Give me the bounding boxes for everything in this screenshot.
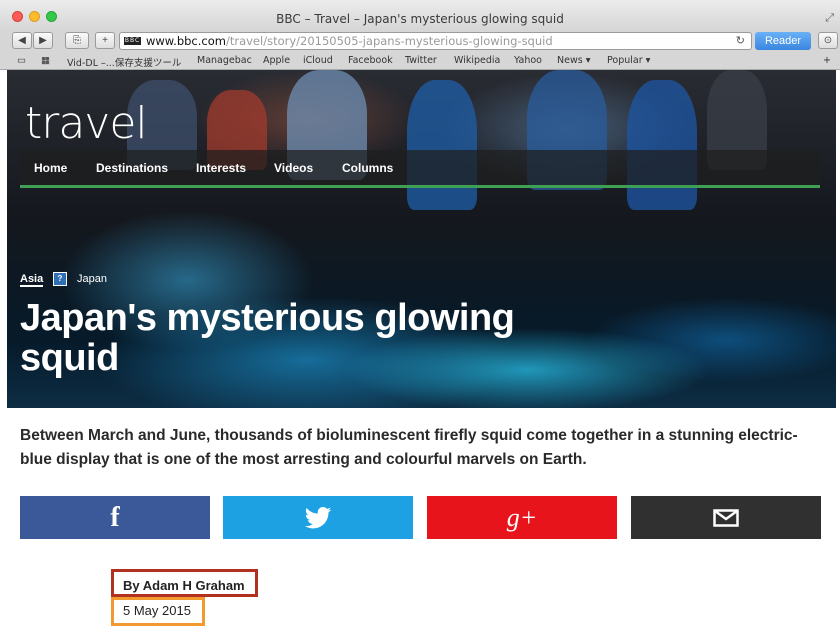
url-host: www.bbc.com bbox=[146, 34, 226, 48]
browser-toolbar: ◀ ▶ ⎘ + BBC www.bbc.com/travel/story/201… bbox=[0, 30, 840, 52]
bookmark-item[interactable]: Vid-DL –...保存支援ツール bbox=[67, 55, 181, 69]
bookmark-item[interactable]: Wikipedia bbox=[454, 55, 500, 66]
main-nav: Home Destinations Interests Videos Colum… bbox=[20, 150, 820, 188]
article-date: 5 May 2015 bbox=[111, 597, 205, 626]
add-bookmark-icon[interactable]: + bbox=[95, 32, 115, 49]
reading-list-icon[interactable]: ▭ bbox=[17, 55, 26, 66]
share-page-icon[interactable]: ⎘ bbox=[65, 32, 89, 49]
downloads-icon[interactable]: ⊙ bbox=[818, 32, 838, 49]
window-titlebar: BBC – Travel – Japan's mysterious glowin… bbox=[0, 0, 840, 30]
window-title: BBC – Travel – Japan's mysterious glowin… bbox=[276, 12, 564, 26]
nav-columns[interactable]: Columns bbox=[342, 161, 393, 175]
share-twitter-button[interactable] bbox=[223, 496, 413, 539]
location-pin-icon: ? bbox=[53, 272, 67, 286]
nav-destinations[interactable]: Destinations bbox=[96, 161, 168, 175]
share-facebook-button[interactable]: f bbox=[20, 496, 210, 539]
site-favicon-icon: BBC bbox=[124, 37, 141, 45]
reader-button[interactable]: Reader bbox=[755, 32, 811, 50]
article-byline[interactable]: By Adam H Graham bbox=[111, 569, 258, 597]
bookmark-item[interactable]: Apple bbox=[263, 55, 290, 66]
bookmark-item[interactable]: Twitter bbox=[405, 55, 437, 66]
nav-interests[interactable]: Interests bbox=[196, 161, 246, 175]
googleplus-icon: g+ bbox=[506, 503, 538, 532]
share-googleplus-button[interactable]: g+ bbox=[427, 496, 617, 539]
top-sites-icon[interactable]: ▦ bbox=[41, 55, 50, 66]
fullscreen-icon[interactable]: ⤢ bbox=[825, 12, 834, 25]
site-logo[interactable]: travel bbox=[25, 98, 148, 149]
email-icon bbox=[713, 509, 739, 527]
reload-icon[interactable]: ↻ bbox=[736, 33, 745, 49]
article-lede: Between March and June, thousands of bio… bbox=[20, 427, 798, 468]
forward-button[interactable]: ▶ bbox=[33, 32, 53, 49]
article-headline: Japan's mysterious glowing squid bbox=[20, 297, 515, 379]
nav-home[interactable]: Home bbox=[34, 161, 67, 175]
bookmark-item[interactable]: iCloud bbox=[303, 55, 333, 66]
facebook-icon: f bbox=[110, 502, 120, 533]
breadcrumb-section[interactable]: Asia bbox=[20, 273, 44, 287]
bookmark-item[interactable]: Popular ▾ bbox=[607, 55, 650, 66]
bookmark-item[interactable]: News ▾ bbox=[557, 55, 590, 66]
bookmarks-bar: ▭ ▦ Vid-DL –...保存支援ツール Managebac Apple i… bbox=[0, 52, 840, 70]
bookmark-item[interactable]: Managebac bbox=[197, 55, 252, 66]
address-bar[interactable]: BBC www.bbc.com/travel/story/20150505-ja… bbox=[119, 32, 752, 50]
share-email-button[interactable] bbox=[631, 496, 821, 539]
url-path: /travel/story/20150505-japans-mysterious… bbox=[225, 34, 553, 48]
twitter-icon bbox=[304, 507, 332, 529]
hero-image: travel Home Destinations Interests Video… bbox=[7, 70, 836, 408]
bookmark-item[interactable]: Yahoo bbox=[514, 55, 542, 66]
nav-videos[interactable]: Videos bbox=[274, 161, 313, 175]
add-bookmark-icon[interactable]: + bbox=[823, 55, 831, 66]
back-button[interactable]: ◀ bbox=[12, 32, 32, 49]
breadcrumb-location[interactable]: Japan bbox=[77, 273, 107, 285]
bookmark-item[interactable]: Facebook bbox=[348, 55, 393, 66]
